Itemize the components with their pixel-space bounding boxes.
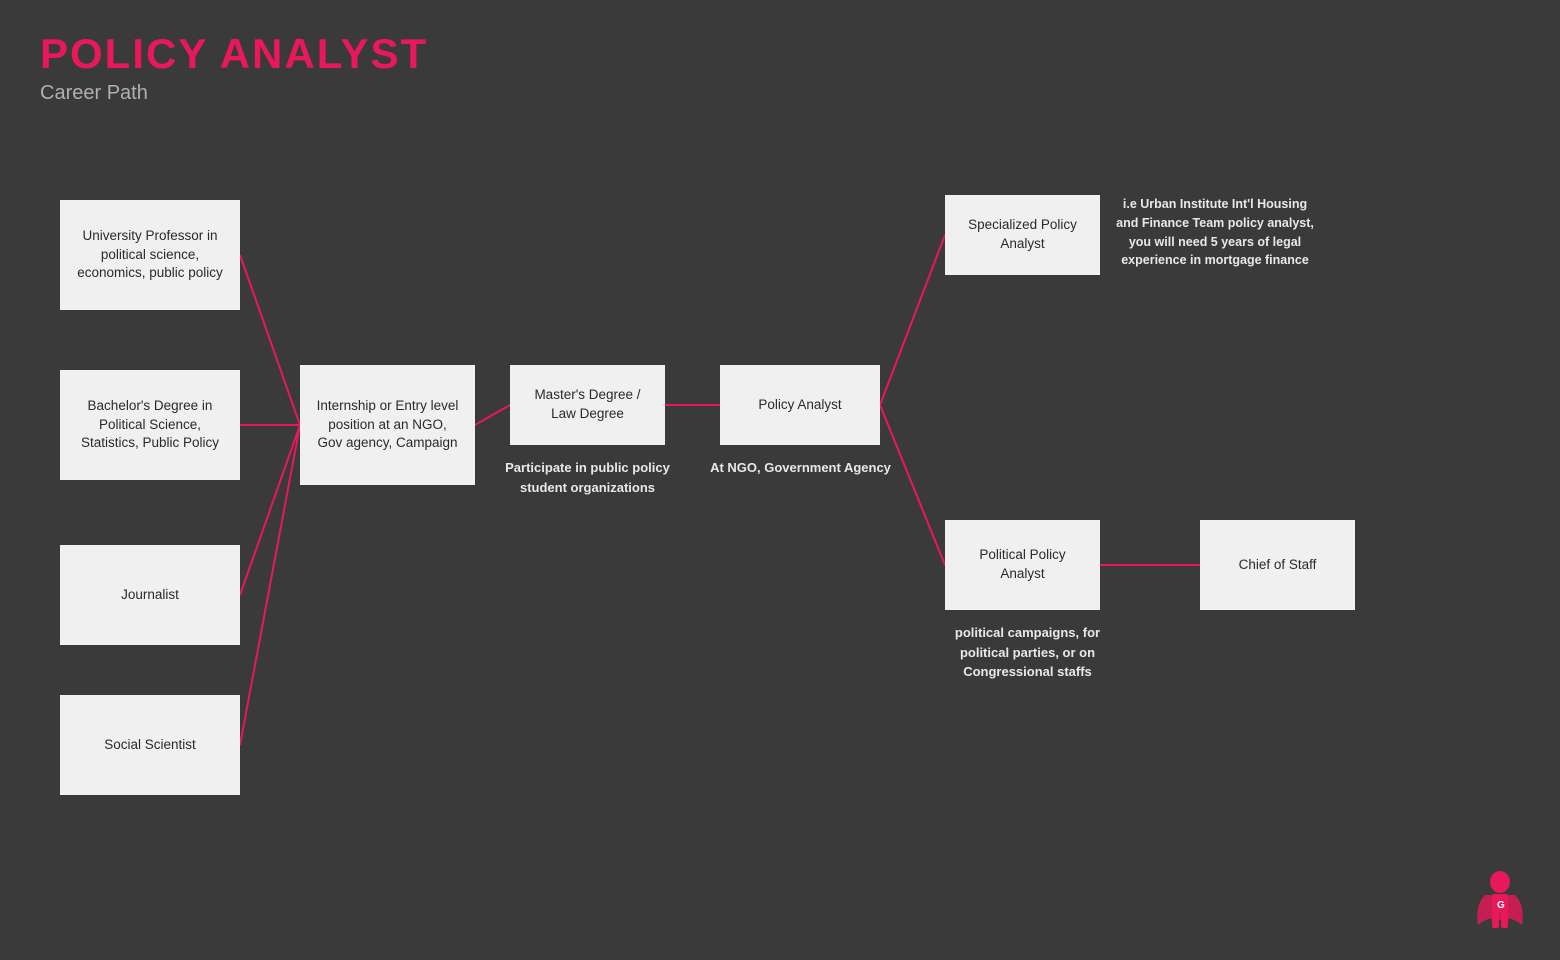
node-internship: Internship or Entry level position at an… [300,365,475,485]
annotation-political-policy: political campaigns, for political parti… [935,623,1120,682]
annotation-specialized: i.e Urban Institute Int'l Housing and Fi… [1115,195,1315,270]
node-specialized-policy-analyst: Specialized Policy Analyst [945,195,1100,275]
node-university-professor: University Professor in political scienc… [60,200,240,310]
brand-logo: G [1470,870,1530,940]
node-policy-analyst: Policy Analyst [720,365,880,445]
page-title: POLICY ANALYST [40,30,428,78]
annotation-policy-analyst: At NGO, Government Agency [708,458,893,478]
node-journalist: Journalist [60,545,240,645]
page-header: POLICY ANALYST Career Path [40,30,428,105]
diagram-container: University Professor in political scienc… [0,140,1560,960]
node-bachelors-degree: Bachelor's Degree in Political Science, … [60,370,240,480]
annotation-masters: Participate in public policy student org… [495,458,680,497]
page-subtitle: Career Path [40,82,428,105]
node-chief-of-staff: Chief of Staff [1200,520,1355,610]
node-masters-degree: Master's Degree / Law Degree [510,365,665,445]
svg-text:G: G [1497,900,1505,911]
node-social-scientist: Social Scientist [60,695,240,795]
node-political-policy-analyst: Political Policy Analyst [945,520,1100,610]
